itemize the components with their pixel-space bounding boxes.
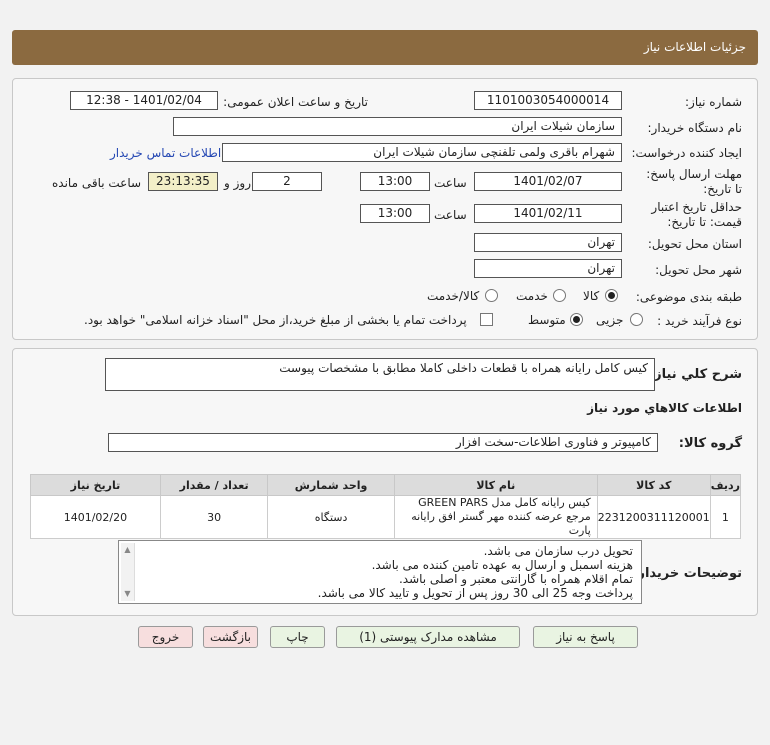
validity-time-label: ساعت: [434, 208, 467, 222]
need-number-label: شماره نیاز:: [685, 95, 742, 109]
reply-deadline-label: مهلت ارسال پاسخ: تا تاریخ:: [646, 167, 742, 196]
notes-line: تمام اقلام همراه با گارانتی معتبر و اصلی…: [398, 572, 633, 586]
process-option-minor: جزیی: [596, 313, 624, 327]
buyer-notes-box: ▲ ▼ تحویل درب سازمان می باشد. هزینه اسمب…: [118, 540, 642, 604]
summary-label: شرح کلي نياز:: [648, 367, 742, 382]
category-radio-service[interactable]: [553, 289, 566, 302]
buyer-org-field: سازمان شیلات ایران: [173, 117, 622, 136]
requester-label: ایجاد کننده درخواست:: [631, 146, 742, 160]
print-button[interactable]: چاپ: [270, 626, 325, 648]
goods-group-label: گروه کالا:: [678, 436, 742, 451]
view-attachments-button[interactable]: مشاهده مدارک پیوستی (1): [336, 626, 520, 648]
reply-time-field: 13:00: [360, 172, 430, 191]
page-header: جزئیات اطلاعات نیاز: [12, 30, 758, 65]
category-option-goods: کالا: [583, 289, 600, 303]
reply-time-label: ساعت: [434, 176, 467, 190]
col-code-header: کد کالا: [596, 474, 711, 496]
requester-field: شهرام باقری ولمی تلفنچی سازمان شیلات ایر…: [222, 143, 622, 162]
exit-button[interactable]: خروج: [138, 626, 193, 648]
category-radio-goods-service[interactable]: [485, 289, 498, 302]
cell-code: 2231200311120001: [596, 495, 711, 539]
notes-line: پرداخت وجه 25 الی 30 روز پس از تحویل و ت…: [317, 586, 633, 600]
days-label: روز و: [224, 176, 251, 190]
scroll-up-icon[interactable]: ▲: [121, 543, 134, 557]
category-option-goods-service: کالا/خدمت: [427, 289, 480, 303]
treasury-payment-checkbox[interactable]: [480, 313, 493, 326]
treasury-payment-note: پرداخت تمام یا بخشی از مبلغ خرید،از محل …: [84, 313, 467, 327]
buyer-notes-label: توضیحات خریدار:: [632, 566, 742, 581]
category-label: طبقه بندی موضوعی:: [635, 290, 742, 304]
cell-unit: دستگاه: [267, 495, 395, 539]
reply-date-field: 1401/02/07: [474, 172, 622, 191]
col-row-header: ردیف: [709, 474, 742, 496]
province-field: تهران: [474, 233, 622, 252]
city-label: شهر محل تحویل:: [655, 263, 742, 277]
reply-to-need-button[interactable]: پاسخ به نیاز: [533, 626, 638, 648]
goods-table: ردیف کد کالا نام کالا واحد شمارش تعداد /…: [30, 474, 742, 539]
validity-label: حداقل تاریخ اعتبار قیمت: تا تاریخ:: [651, 200, 742, 229]
goods-group-field: کامپیوتر و فناوری اطلاعات-سخت افزار: [108, 433, 658, 452]
notes-line: هزینه اسمبل و ارسال به عهده تامین کننده …: [371, 558, 633, 572]
goods-table-container: ردیف کد کالا نام کالا واحد شمارش تعداد /…: [30, 474, 742, 539]
back-button[interactable]: بازگشت: [203, 626, 258, 648]
announce-label: تاریخ و ساعت اعلان عمومی:: [223, 95, 368, 109]
notes-line: تحویل درب سازمان می باشد.: [483, 544, 633, 558]
page-title: جزئیات اطلاعات نیاز: [643, 40, 746, 54]
col-unit-header: واحد شمارش: [267, 474, 395, 496]
category-radio-goods[interactable]: [605, 289, 618, 302]
remaining-time-label: ساعت باقی مانده: [52, 176, 142, 190]
days-field: 2: [252, 172, 322, 191]
col-date-header: تاریخ نیاز: [30, 474, 161, 496]
scroll-down-icon[interactable]: ▼: [121, 587, 134, 601]
table-row: 1 2231200311120001 کیس رایانه کامل مدل G…: [30, 495, 742, 539]
contact-info-link[interactable]: اطلاعات تماس خریدار: [110, 146, 221, 160]
cell-qty: 30: [159, 495, 269, 539]
announce-field: 1401/02/04 - 12:38: [70, 91, 218, 110]
buyer-org-label: نام دستگاه خریدار:: [647, 121, 743, 135]
category-option-service: خدمت: [516, 289, 548, 303]
remaining-time-field: 23:13:35: [148, 172, 218, 191]
cell-row: 1: [709, 495, 742, 539]
goods-section-title: اطلاعات کالاهاي مورد نياز: [587, 401, 742, 415]
col-name-header: نام کالا: [393, 474, 598, 496]
cell-name: کیس رایانه کامل مدل GREEN PARS مرجع عرضه…: [393, 495, 598, 539]
city-field: تهران: [474, 259, 622, 278]
province-label: استان محل تحویل:: [647, 237, 742, 251]
cell-date: 1401/02/20: [30, 495, 161, 539]
process-option-medium: متوسط: [528, 313, 566, 327]
need-number-field: 1101003054000014: [474, 91, 622, 110]
col-qty-header: تعداد / مقدار: [159, 474, 269, 496]
process-radio-medium[interactable]: [570, 313, 583, 326]
goods-table-header: ردیف کد کالا نام کالا واحد شمارش تعداد /…: [30, 474, 742, 496]
process-type-label: نوع فرآیند خرید :: [657, 314, 742, 328]
validity-time-field: 13:00: [360, 204, 430, 223]
notes-scrollbar[interactable]: ▲ ▼: [121, 543, 135, 601]
summary-field: کیس کامل رایانه همراه با قطعات داخلی کام…: [105, 358, 655, 391]
validity-date-field: 1401/02/11: [474, 204, 622, 223]
process-radio-minor[interactable]: [630, 313, 643, 326]
